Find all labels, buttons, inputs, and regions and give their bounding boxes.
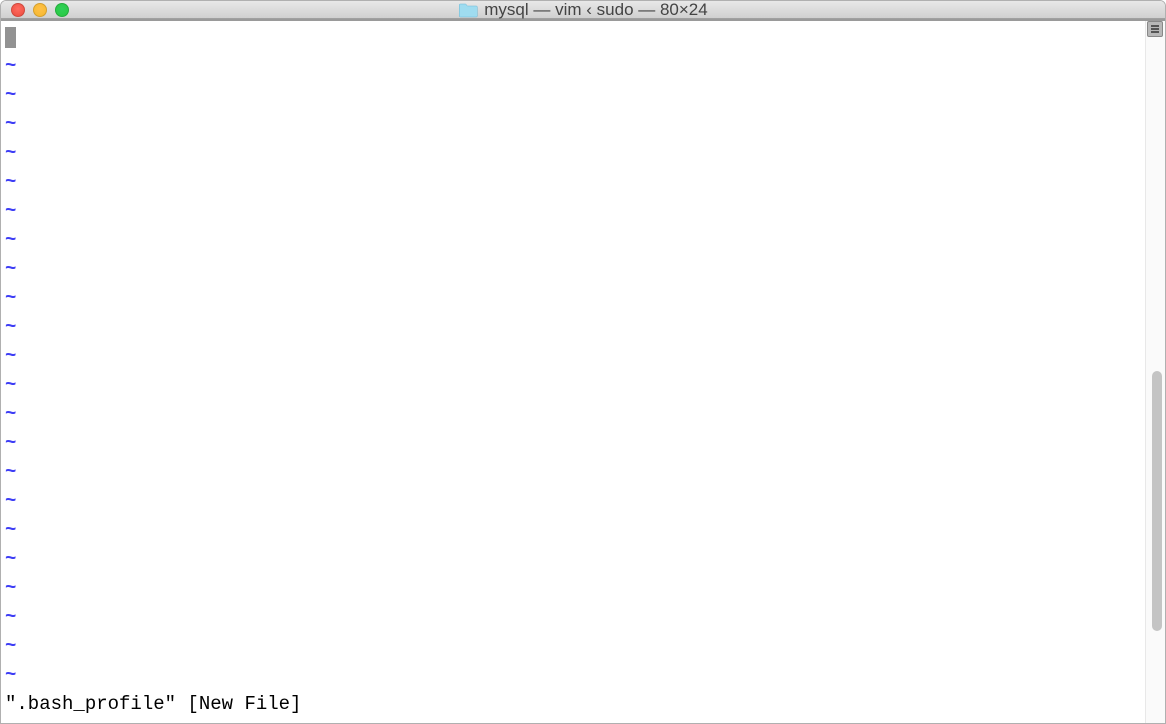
empty-line: ~: [5, 139, 1141, 168]
window-title-container: mysql — vim ‹ sudo — 80×24: [458, 0, 707, 20]
empty-line: ~: [5, 603, 1141, 632]
empty-line: ~: [5, 429, 1141, 458]
empty-line: ~: [5, 81, 1141, 110]
empty-line: ~: [5, 168, 1141, 197]
tilde-marker: ~: [5, 490, 16, 512]
tilde-marker: ~: [5, 519, 16, 541]
content-wrapper: ~ ~ ~ ~ ~ ~ ~ ~ ~ ~ ~ ~ ~ ~ ~ ~ ~ ~ ~ ~: [1, 19, 1165, 723]
empty-line: ~: [5, 52, 1141, 81]
tilde-marker: ~: [5, 548, 16, 570]
tilde-marker: ~: [5, 200, 16, 222]
tilde-marker: ~: [5, 374, 16, 396]
tilde-marker: ~: [5, 55, 16, 77]
tilde-marker: ~: [5, 142, 16, 164]
empty-line: ~: [5, 197, 1141, 226]
vim-status-line: ".bash_profile" [New File]: [5, 690, 1141, 721]
tilde-marker: ~: [5, 84, 16, 106]
empty-line: ~: [5, 313, 1141, 342]
scroll-thumb[interactable]: [1152, 371, 1162, 631]
empty-line: ~: [5, 371, 1141, 400]
empty-line: ~: [5, 110, 1141, 139]
empty-line: ~: [5, 574, 1141, 603]
tilde-marker: ~: [5, 113, 16, 135]
tilde-marker: ~: [5, 316, 16, 338]
scrollbar[interactable]: [1145, 21, 1165, 723]
empty-line: ~: [5, 516, 1141, 545]
close-button[interactable]: [11, 3, 25, 17]
tilde-marker: ~: [5, 287, 16, 309]
tilde-marker: ~: [5, 664, 16, 686]
cursor-block: [5, 27, 16, 48]
tilde-marker: ~: [5, 635, 16, 657]
tilde-marker: ~: [5, 577, 16, 599]
tilde-marker: ~: [5, 171, 16, 193]
tilde-marker: ~: [5, 229, 16, 251]
cursor-line: [5, 23, 1141, 52]
tilde-marker: ~: [5, 345, 16, 367]
empty-line: ~: [5, 226, 1141, 255]
terminal-window: mysql — vim ‹ sudo — 80×24 ~ ~ ~ ~ ~ ~ ~…: [0, 0, 1166, 724]
window-title: mysql — vim ‹ sudo — 80×24: [484, 0, 707, 20]
empty-line: ~: [5, 458, 1141, 487]
folder-icon: [458, 2, 478, 18]
editor-lines: ~ ~ ~ ~ ~ ~ ~ ~ ~ ~ ~ ~ ~ ~ ~ ~ ~ ~ ~ ~: [5, 23, 1141, 690]
minimize-button[interactable]: [33, 3, 47, 17]
empty-line: ~: [5, 400, 1141, 429]
empty-line: ~: [5, 284, 1141, 313]
tilde-marker: ~: [5, 606, 16, 628]
titlebar: mysql — vim ‹ sudo — 80×24: [1, 1, 1165, 19]
tilde-marker: ~: [5, 258, 16, 280]
terminal-area[interactable]: ~ ~ ~ ~ ~ ~ ~ ~ ~ ~ ~ ~ ~ ~ ~ ~ ~ ~ ~ ~: [1, 21, 1145, 723]
empty-line: ~: [5, 255, 1141, 284]
tilde-marker: ~: [5, 461, 16, 483]
scroll-indicator-icon[interactable]: [1147, 21, 1163, 37]
empty-line: ~: [5, 545, 1141, 574]
empty-line: ~: [5, 661, 1141, 690]
traffic-lights: [11, 3, 69, 17]
tilde-marker: ~: [5, 432, 16, 454]
empty-line: ~: [5, 342, 1141, 371]
zoom-button[interactable]: [55, 3, 69, 17]
tilde-marker: ~: [5, 403, 16, 425]
empty-line: ~: [5, 632, 1141, 661]
empty-line: ~: [5, 487, 1141, 516]
